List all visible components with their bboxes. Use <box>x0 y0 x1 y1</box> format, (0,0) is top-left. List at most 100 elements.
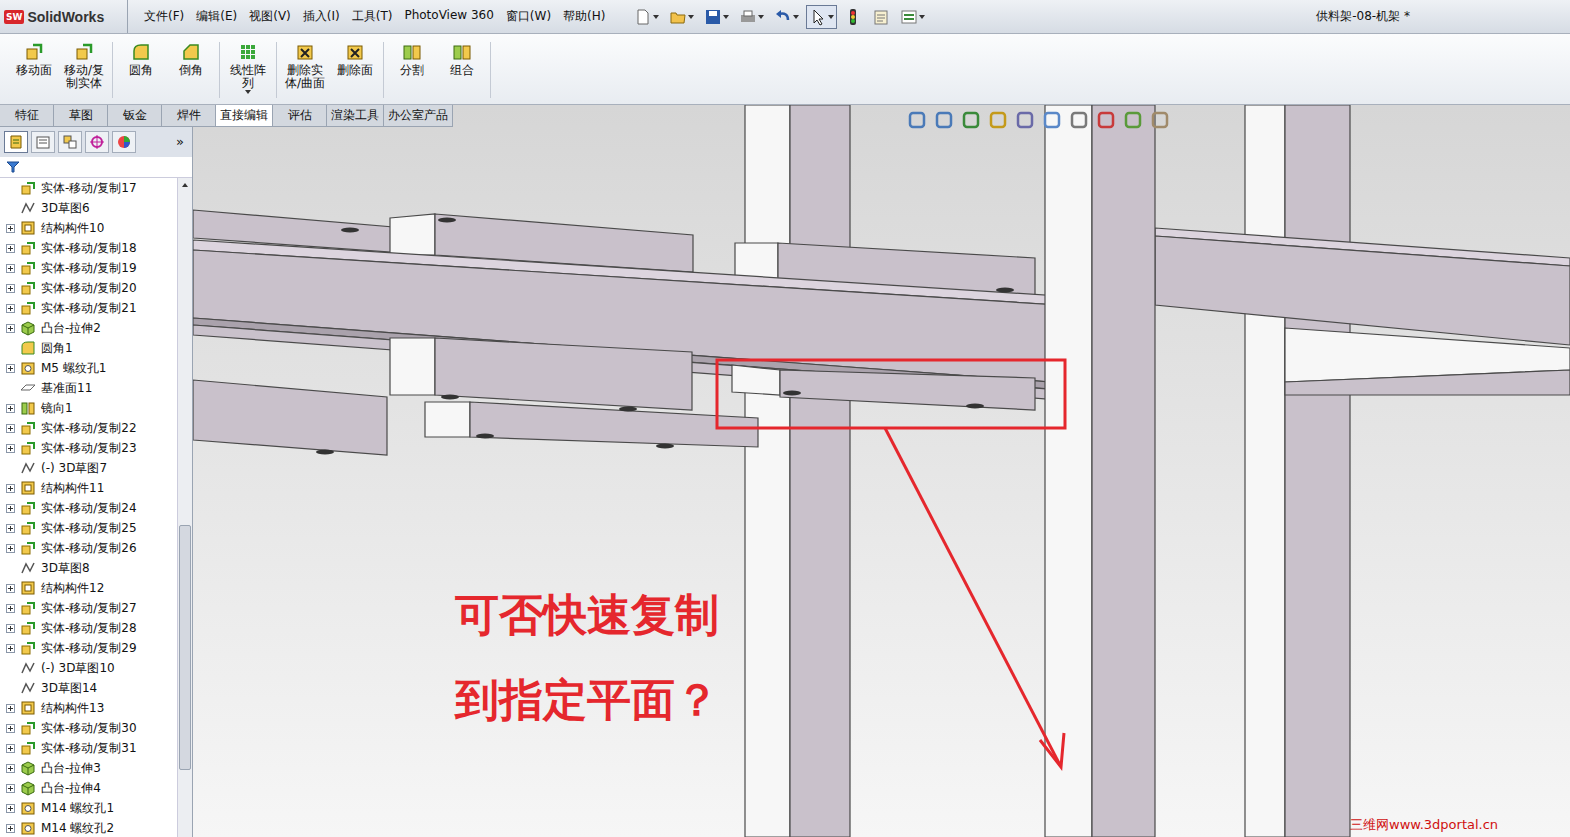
command-button[interactable]: 线性阵列 <box>226 42 270 98</box>
scroll-thumb[interactable] <box>179 525 191 770</box>
view-tool-icon[interactable] <box>910 113 924 127</box>
panel-tab[interactable] <box>58 131 82 153</box>
menu-item[interactable]: 帮助(H) <box>557 8 611 25</box>
expander-icon[interactable] <box>6 364 15 373</box>
tree-item[interactable]: 实体-移动/复制28 <box>0 618 177 638</box>
tree-item[interactable]: M14 螺纹孔1 <box>0 798 177 818</box>
quick-tool[interactable] <box>666 5 697 29</box>
quick-tool[interactable] <box>736 5 767 29</box>
tree-item[interactable]: M14 螺纹孔2 <box>0 818 177 837</box>
expander-icon[interactable] <box>6 444 15 453</box>
tree-item[interactable]: 实体-移动/复制29 <box>0 638 177 658</box>
dropdown-arrow-icon[interactable] <box>758 15 764 19</box>
command-tab[interactable]: 直接编辑 <box>216 105 273 126</box>
expander-icon[interactable] <box>6 724 15 733</box>
menu-item[interactable]: 窗口(W) <box>500 8 557 25</box>
tree-item[interactable]: 圆角1 <box>0 338 177 358</box>
expander-icon[interactable] <box>6 744 15 753</box>
dropdown-arrow-icon[interactable] <box>245 90 251 94</box>
tree-item[interactable]: 结构构件12 <box>0 578 177 598</box>
tree-item[interactable]: 基准面11 <box>0 378 177 398</box>
panel-tab[interactable] <box>4 131 28 153</box>
expander-icon[interactable] <box>6 244 15 253</box>
view-tool-icon[interactable] <box>1153 113 1167 127</box>
quick-tool[interactable] <box>869 5 893 29</box>
quick-tool[interactable] <box>631 5 662 29</box>
command-tab[interactable]: 焊件 <box>162 105 216 126</box>
expander-icon[interactable] <box>6 484 15 493</box>
tree-item[interactable]: 3D草图14 <box>0 678 177 698</box>
tree-item[interactable]: 结构构件11 <box>0 478 177 498</box>
expander-icon[interactable] <box>6 584 15 593</box>
tree-item[interactable]: 结构构件13 <box>0 698 177 718</box>
tree-item[interactable]: 实体-移动/复制27 <box>0 598 177 618</box>
command-button[interactable]: 删除实体/曲面 <box>283 42 327 98</box>
dropdown-arrow-icon[interactable] <box>653 15 659 19</box>
dropdown-arrow-icon[interactable] <box>828 15 834 19</box>
expander-icon[interactable] <box>6 704 15 713</box>
tree-item[interactable]: 凸台-拉伸2 <box>0 318 177 338</box>
expander-icon[interactable] <box>6 824 15 833</box>
panel-more-button[interactable]: » <box>176 134 188 149</box>
expander-icon[interactable] <box>6 404 15 413</box>
command-button[interactable]: 删除面 <box>333 42 377 98</box>
menu-item[interactable]: 文件(F) <box>138 8 190 25</box>
command-button[interactable]: 倒角 <box>169 42 213 98</box>
expander-icon[interactable] <box>6 804 15 813</box>
expander-icon[interactable] <box>6 284 15 293</box>
dropdown-arrow-icon[interactable] <box>723 15 729 19</box>
expander-icon[interactable] <box>6 784 15 793</box>
command-tab[interactable]: 渲染工具 <box>327 105 384 126</box>
view-tool-icon[interactable] <box>964 113 978 127</box>
tree-item[interactable]: 实体-移动/复制26 <box>0 538 177 558</box>
expander-icon[interactable] <box>6 304 15 313</box>
expander-icon[interactable] <box>6 224 15 233</box>
menu-item[interactable]: 插入(I) <box>297 8 346 25</box>
menu-item[interactable]: 视图(V) <box>243 8 297 25</box>
command-tab[interactable]: 办公室产品 <box>384 105 453 126</box>
scroll-up-icon[interactable] <box>178 178 192 192</box>
dropdown-arrow-icon[interactable] <box>793 15 799 19</box>
command-button[interactable]: 移动面 <box>12 42 56 98</box>
quick-tool[interactable] <box>771 5 802 29</box>
filter-icon[interactable] <box>6 160 20 174</box>
expander-icon[interactable] <box>6 424 15 433</box>
dropdown-arrow-icon[interactable] <box>919 15 925 19</box>
command-button[interactable]: 分割 <box>390 42 434 98</box>
expander-icon[interactable] <box>6 764 15 773</box>
tree-item[interactable]: M5 螺纹孔1 <box>0 358 177 378</box>
expander-icon[interactable] <box>6 264 15 273</box>
quick-tool[interactable] <box>897 5 928 29</box>
expander-icon[interactable] <box>6 504 15 513</box>
panel-tab[interactable] <box>31 131 55 153</box>
tree-item[interactable]: 实体-移动/复制19 <box>0 258 177 278</box>
scrollbar[interactable] <box>177 178 192 837</box>
quick-tool[interactable] <box>806 5 837 29</box>
quick-tool[interactable] <box>701 5 732 29</box>
tree-item[interactable]: 实体-移动/复制22 <box>0 418 177 438</box>
view-tool-icon[interactable] <box>937 113 951 127</box>
expander-icon[interactable] <box>6 604 15 613</box>
panel-tab[interactable] <box>112 131 136 153</box>
view-tool-icon[interactable] <box>1099 113 1113 127</box>
expander-icon[interactable] <box>6 644 15 653</box>
command-button[interactable]: 组合 <box>440 42 484 98</box>
tree-item[interactable]: 实体-移动/复制24 <box>0 498 177 518</box>
tree-item[interactable]: 实体-移动/复制25 <box>0 518 177 538</box>
command-button[interactable]: 移动/复制实体 <box>62 42 106 98</box>
view-tool-icon[interactable] <box>1018 113 1032 127</box>
view-tool-icon[interactable] <box>1126 113 1140 127</box>
tree-item[interactable]: 实体-移动/复制17 <box>0 178 177 198</box>
dropdown-arrow-icon[interactable] <box>688 15 694 19</box>
tree-item[interactable]: 实体-移动/复制31 <box>0 738 177 758</box>
expander-icon[interactable] <box>6 324 15 333</box>
command-tab[interactable]: 评估 <box>273 105 327 126</box>
command-tab[interactable]: 特征 <box>0 105 54 126</box>
tree-item[interactable]: (-) 3D草图10 <box>0 658 177 678</box>
command-tab[interactable]: 钣金 <box>108 105 162 126</box>
command-button[interactable]: 圆角 <box>119 42 163 98</box>
tree-item[interactable]: 3D草图8 <box>0 558 177 578</box>
view-tool-icon[interactable] <box>1045 113 1059 127</box>
quick-tool[interactable] <box>841 5 865 29</box>
menu-item[interactable]: PhotoView 360 <box>398 8 499 25</box>
